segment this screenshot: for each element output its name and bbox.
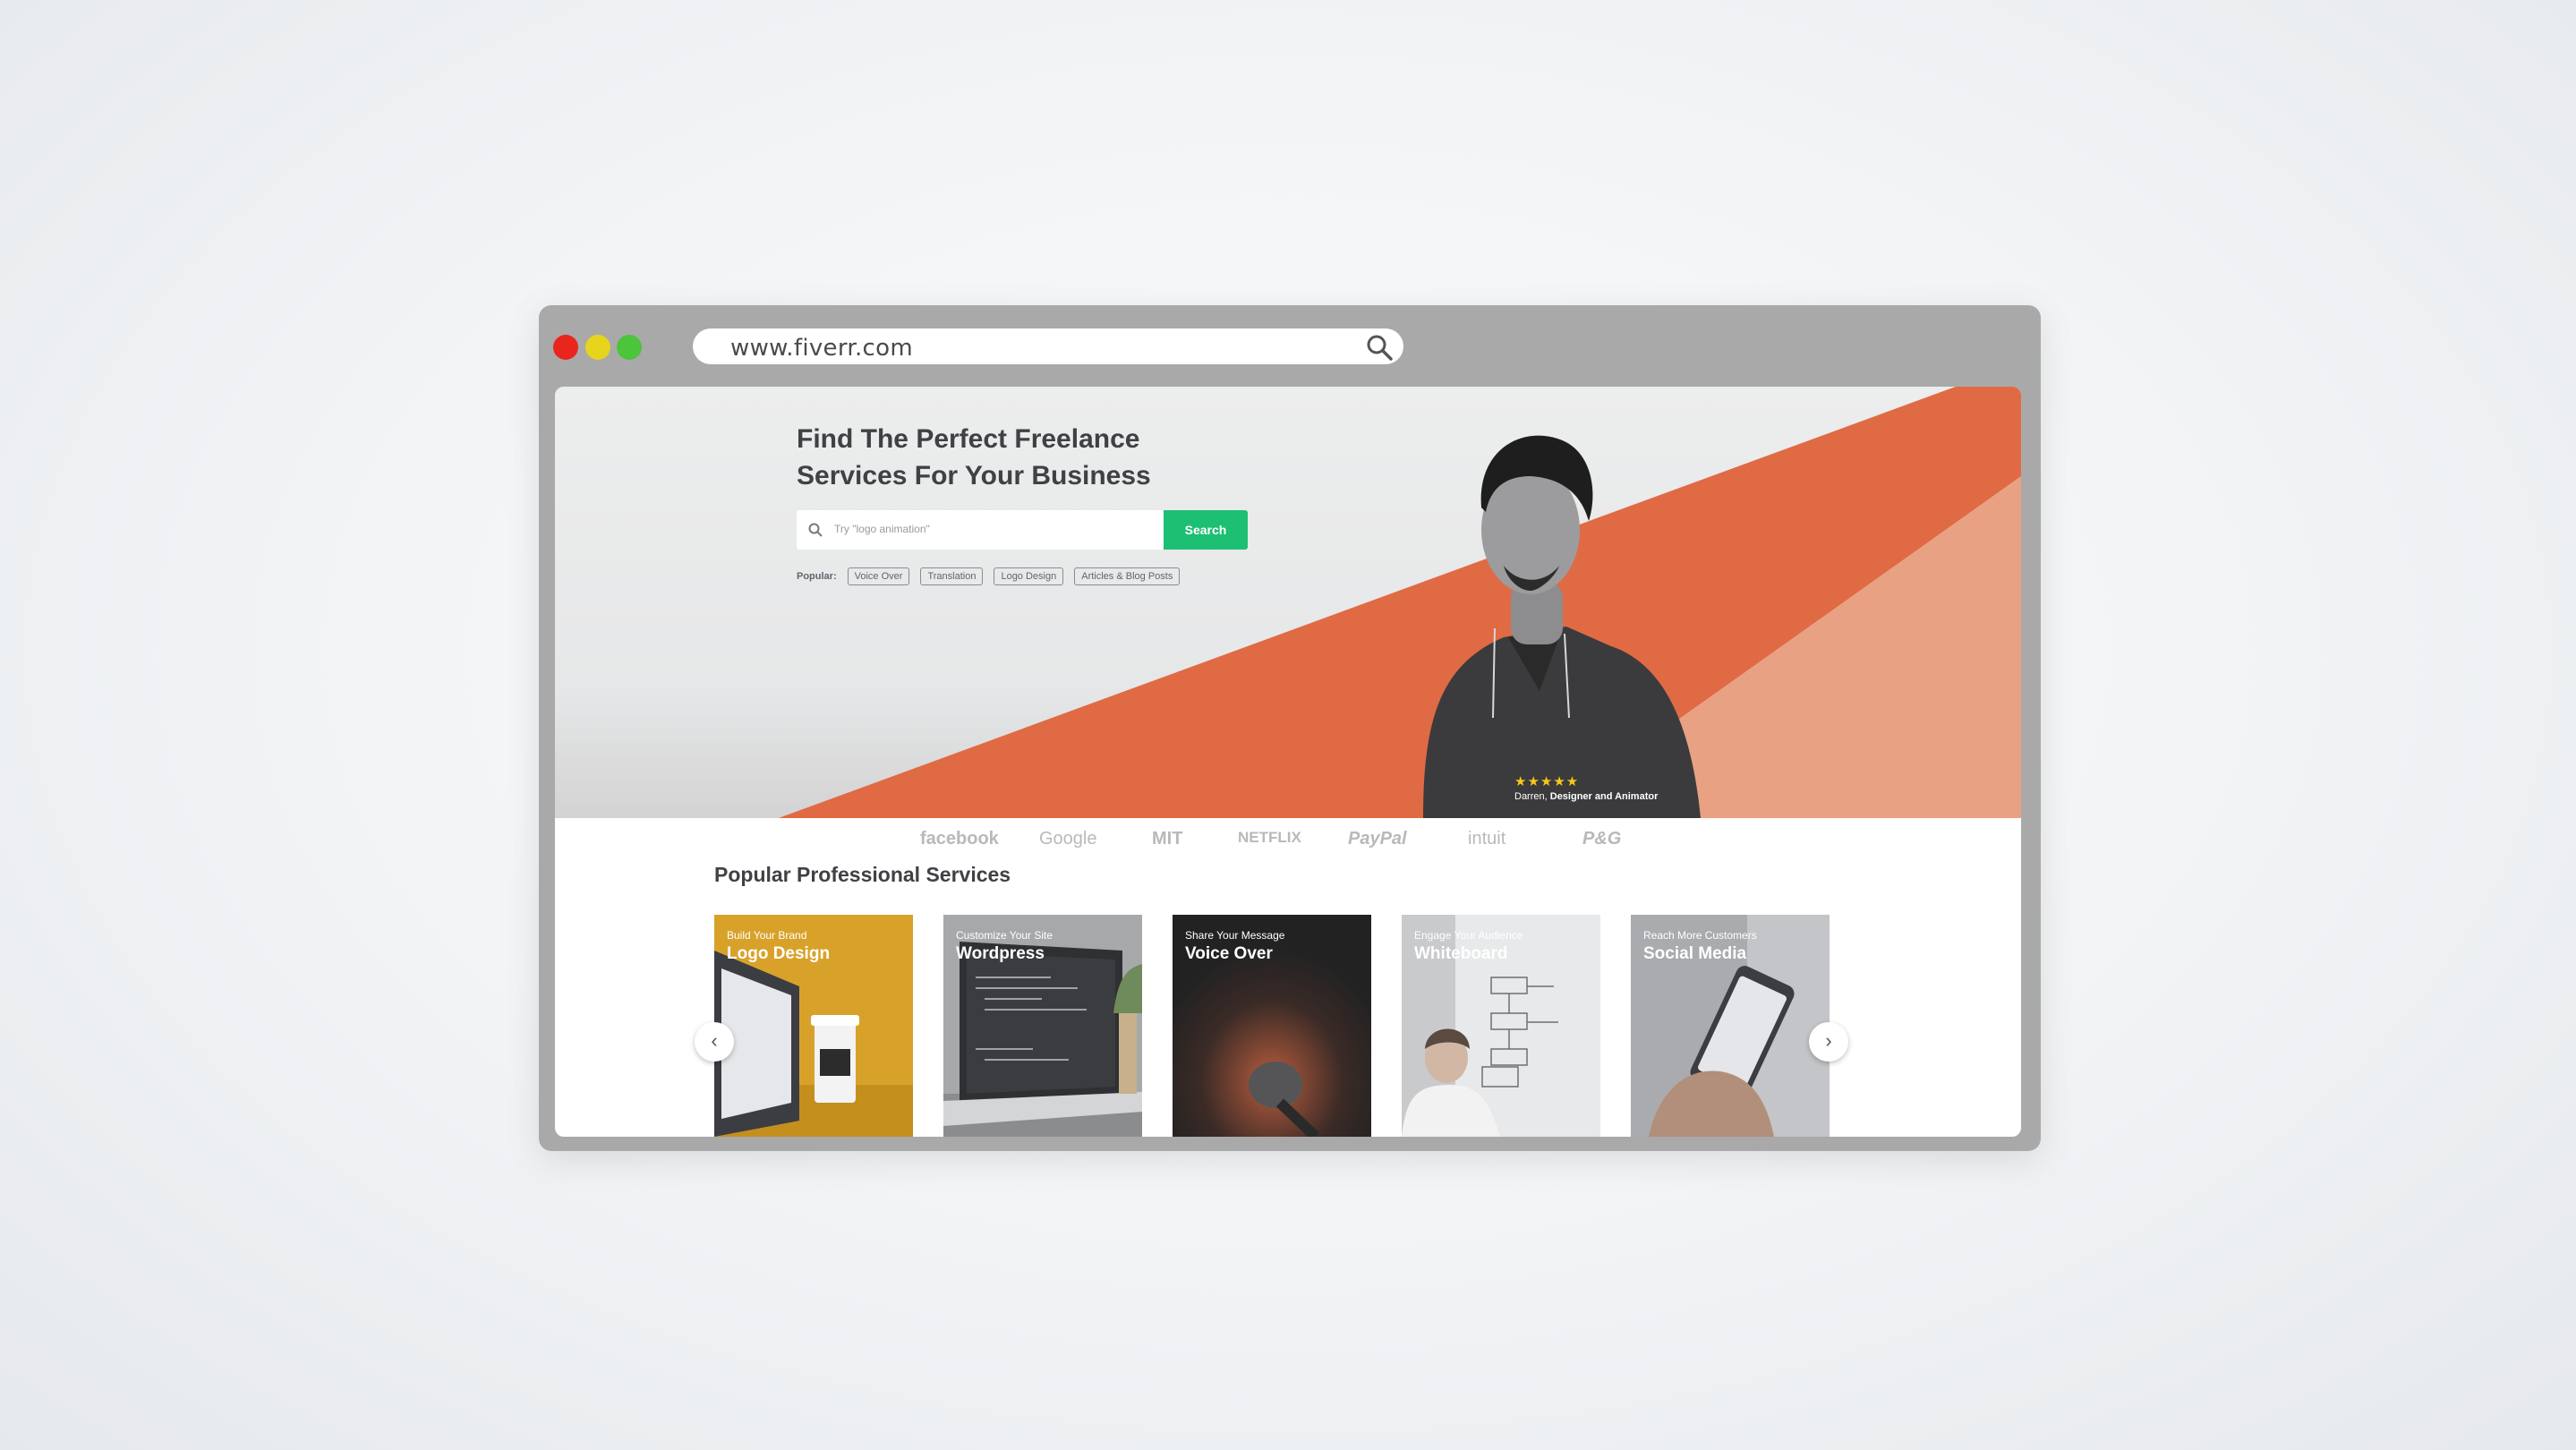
card-title: Voice Over: [1185, 944, 1273, 963]
card-subtitle: Share Your Message: [1185, 929, 1285, 942]
popular-searches: Popular: Voice Over Translation Logo Des…: [797, 567, 1181, 586]
service-card-wordpress[interactable]: Customize Your Site Wordpress: [943, 915, 1142, 1137]
services-carousel: Build Your Brand Logo Design Customize Y…: [714, 915, 1833, 1137]
service-card-social-media[interactable]: Reach More Customers Social Media: [1631, 915, 1830, 1137]
card-title: Wordpress: [956, 944, 1045, 963]
logo-intuit: intuit: [1468, 829, 1506, 849]
search-button[interactable]: Search: [1164, 510, 1248, 550]
popular-tag-voice-over[interactable]: Voice Over: [847, 567, 910, 585]
logo-google: Google: [1039, 829, 1097, 849]
search-icon[interactable]: [1364, 332, 1395, 362]
popular-tag-articles[interactable]: Articles & Blog Posts: [1074, 567, 1181, 585]
minimize-window-button[interactable]: [585, 335, 610, 360]
rating-stars: ★★★★★: [1514, 774, 1580, 789]
trusted-by-logos: facebook Google MIT NETFLIX PayPal intui…: [555, 823, 2021, 854]
search-icon: [808, 523, 823, 537]
browser-window: www.fiverr.com Find The Perfect Freelanc…: [539, 305, 2041, 1151]
page-viewport: Find The Perfect Freelance Services For …: [555, 387, 2021, 1137]
service-card-whiteboard[interactable]: Engage Your Audience Whiteboard: [1402, 915, 1600, 1137]
address-bar[interactable]: www.fiverr.com: [693, 328, 1403, 364]
hero-background: [779, 387, 2021, 818]
chevron-left-icon: ‹: [711, 1029, 718, 1052]
maximize-window-button[interactable]: [617, 335, 642, 360]
card-subtitle: Build Your Brand: [727, 929, 807, 942]
carousel-prev-button[interactable]: ‹: [695, 1022, 734, 1062]
card-title: Social Media: [1643, 944, 1747, 963]
hero-headline: Find The Perfect Freelance Services For …: [797, 421, 1226, 494]
credit-name: Darren,: [1514, 791, 1548, 802]
hero-headline-line1: Find The Perfect Freelance: [797, 424, 1140, 454]
close-window-button[interactable]: [553, 335, 578, 360]
logo-netflix: NETFLIX: [1238, 829, 1301, 846]
service-search-input[interactable]: Try "logo animation": [797, 510, 1164, 550]
service-card-voice-over[interactable]: Share Your Message Voice Over: [1173, 915, 1371, 1137]
service-card-logo-design[interactable]: Build Your Brand Logo Design: [714, 915, 913, 1137]
card-title: Logo Design: [727, 944, 831, 963]
popular-tag-translation[interactable]: Translation: [920, 567, 984, 585]
section-title: Popular Professional Services: [714, 863, 1011, 886]
hero-headline-line2: Services For Your Business: [797, 461, 1151, 490]
freelancer-photo: [1423, 435, 1701, 818]
logo-facebook: facebook: [920, 829, 999, 849]
popular-label: Popular:: [797, 571, 837, 582]
search-placeholder: Try "logo animation": [834, 523, 930, 535]
url-text[interactable]: www.fiverr.com: [730, 335, 913, 362]
freelancer-credit: Darren, Designer and Animator: [1514, 791, 1658, 802]
hero-banner: Find The Perfect Freelance Services For …: [555, 387, 2021, 818]
logo-paypal: PayPal: [1348, 829, 1407, 849]
card-title: Whiteboard: [1414, 944, 1508, 963]
card-subtitle: Customize Your Site: [956, 929, 1053, 942]
card-subtitle: Engage Your Audience: [1414, 929, 1523, 942]
carousel-next-button[interactable]: ›: [1809, 1022, 1848, 1062]
logo-mit: MIT: [1152, 829, 1183, 849]
logo-pg: P&G: [1582, 829, 1622, 849]
chevron-right-icon: ›: [1825, 1029, 1832, 1052]
popular-tag-logo-design[interactable]: Logo Design: [994, 567, 1064, 585]
card-subtitle: Reach More Customers: [1643, 929, 1757, 942]
credit-role: Designer and Animator: [1549, 791, 1659, 802]
